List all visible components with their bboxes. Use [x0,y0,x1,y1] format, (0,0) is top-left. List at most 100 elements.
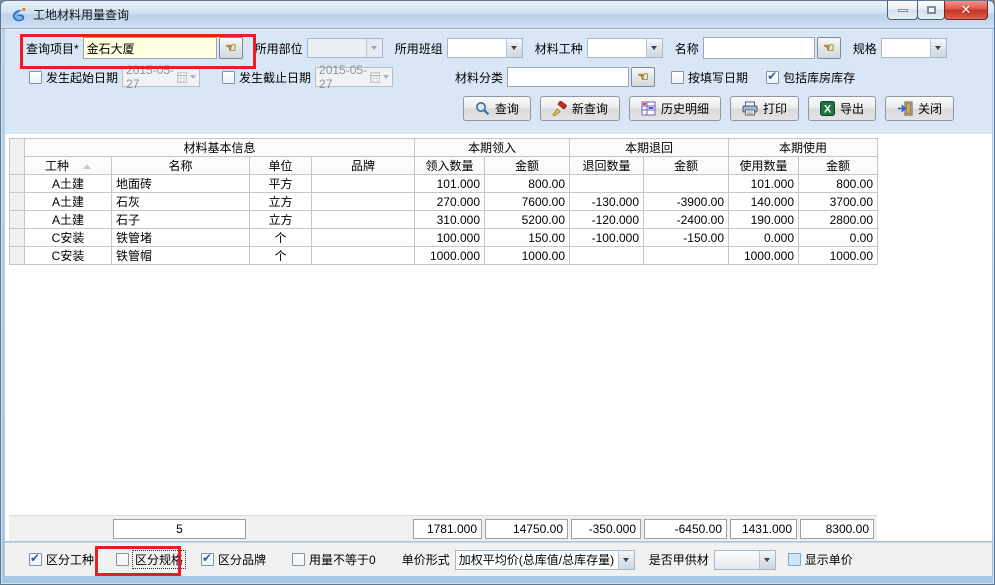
new-search-button-label: 新查询 [572,100,608,117]
row-indicator [10,247,25,265]
show-unit-price-label: 显示单价 [805,551,853,568]
history-detail-button[interactable]: 历史明细 [629,96,721,121]
sort-ascending-icon [83,164,91,169]
start-date-field: 2015-05-27 [122,67,200,87]
owner-supplied-select[interactable] [714,550,776,570]
cell-ret-qty [570,247,644,265]
summary-recv-qty: 1781.000 [413,519,482,539]
close-form-button[interactable]: 关闭 [885,96,954,121]
checkbox-icon [29,71,42,84]
print-button[interactable]: 打印 [730,96,799,121]
material-category-input[interactable] [507,67,629,87]
cell-unit: 个 [250,247,312,265]
search-button[interactable]: 查询 [463,96,531,121]
col-header-name[interactable]: 名称 [112,157,250,175]
new-search-button[interactable]: 新查询 [540,96,620,121]
material-category-picker-button[interactable]: ☜ [631,67,655,87]
checkbox-icon [29,553,42,566]
query-project-picker-button[interactable]: ☜ [219,37,243,59]
col-header-use-amt[interactable]: 金额 [799,157,878,175]
col-header-ret-amt[interactable]: 金额 [644,157,729,175]
cell-ret-amt: -2400.00 [644,211,729,229]
cell-ret-qty: -120.000 [570,211,644,229]
show-unit-price-checkbox[interactable]: 显示单价 [788,551,853,568]
name-input[interactable] [703,37,815,59]
spec-label: 规格 [853,40,877,57]
col-header-use-qty[interactable]: 使用数量 [729,157,799,175]
cell-use-amt: 3700.00 [799,193,878,211]
results-table: 材料基本信息 本期领入 本期退回 本期使用 工种 名称 单位 品牌 领入数量 金… [9,138,878,265]
table-row[interactable]: A土建 石灰 立方 270.000 7600.00 -130.000 -3900… [10,193,878,211]
end-date-checkbox[interactable]: 发生截止日期 [222,69,311,86]
maximize-button[interactable] [917,1,945,20]
summary-recv-amt: 14750.00 [485,519,568,539]
chevron-down-icon [380,68,392,86]
distinguish-spec-checkbox[interactable]: 区分规格 [116,551,185,568]
cell-trade: A土建 [25,175,112,193]
col-header-brand[interactable]: 品牌 [312,157,415,175]
col-header-trade[interactable]: 工种 [25,157,112,175]
row-indicator [10,193,25,211]
col-header-unit[interactable]: 单位 [250,157,312,175]
material-trade-select[interactable] [587,38,663,58]
cell-recv-amt: 800.00 [485,175,570,193]
export-button[interactable]: X 导出 [808,96,876,121]
summary-strip: 5 1781.000 14750.00 -350.000 -6450.00 14… [9,515,877,541]
cell-brand [312,193,415,211]
distinguish-brand-checkbox[interactable]: 区分品牌 [201,551,266,568]
include-warehouse-checkbox[interactable]: 包括库房库存 [766,69,855,86]
cell-unit: 平方 [250,175,312,193]
cell-unit: 立方 [250,193,312,211]
checkbox-icon [766,71,779,84]
group-header-basic-info: 材料基本信息 [25,139,415,157]
material-category-label: 材料分类 [455,69,503,86]
app-logo-icon [10,6,27,23]
name-picker-button[interactable]: ☜ [817,37,841,59]
table-row[interactable]: C安装 铁管帽 个 1000.000 1000.00 1000.000 1000… [10,247,878,265]
cell-recv-qty: 270.000 [415,193,485,211]
cell-unit: 个 [250,229,312,247]
titlebar[interactable]: 工地材料用量查询 ✕ [1,1,994,29]
table-row[interactable]: C安装 铁管堵 个 100.000 150.00 -100.000 -150.0… [10,229,878,247]
window-title: 工地材料用量查询 [33,6,129,23]
distinguish-trade-checkbox[interactable]: 区分工种 [29,551,94,568]
col-header-trade-label: 工种 [45,159,69,173]
by-fill-date-label: 按填写日期 [688,69,748,86]
usage-not-zero-checkbox[interactable]: 用量不等于0 [292,551,376,568]
minimize-button[interactable] [887,1,918,20]
price-form-value: 加权平均价(总库值/总库存量) [456,551,618,568]
cell-recv-amt: 1000.00 [485,247,570,265]
summary-row-count: 5 [113,519,246,539]
checkbox-icon [788,553,801,566]
group-header-row: 材料基本信息 本期领入 本期退回 本期使用 [10,139,878,157]
search-icon [475,101,490,116]
row-indicator-header [10,139,25,175]
used-team-label: 所用班组 [395,40,443,57]
row-indicator [10,211,25,229]
cell-recv-qty: 101.000 [415,175,485,193]
distinguish-brand-label: 区分品牌 [218,551,266,568]
cell-trade: C安装 [25,247,112,265]
col-header-ret-qty[interactable]: 退回数量 [570,157,644,175]
used-part-select [307,38,383,58]
cell-use-amt: 0.00 [799,229,878,247]
end-date-field: 2015-05-27 [315,67,393,87]
table-row[interactable]: A土建 地面砖 平方 101.000 800.00 101.000 800.00 [10,175,878,193]
close-button[interactable]: ✕ [944,1,988,20]
cell-recv-amt: 5200.00 [485,211,570,229]
start-date-checkbox[interactable]: 发生起始日期 [29,69,118,86]
used-team-select[interactable] [447,38,523,58]
query-project-input[interactable] [83,37,217,59]
cell-name: 地面砖 [112,175,250,193]
end-date-value: 2015-05-27 [319,63,370,91]
col-header-recv-amt[interactable]: 金额 [485,157,570,175]
table-row[interactable]: A土建 石子 立方 310.000 5200.00 -120.000 -2400… [10,211,878,229]
by-fill-date-checkbox[interactable]: 按填写日期 [671,69,748,86]
spec-select[interactable] [881,38,947,58]
minimize-icon [898,9,908,12]
col-header-recv-qty[interactable]: 领入数量 [415,157,485,175]
cell-ret-qty: -130.000 [570,193,644,211]
summary-ret-amt: -6450.00 [644,519,727,539]
usage-not-zero-label: 用量不等于0 [309,551,376,568]
price-form-select[interactable]: 加权平均价(总库值/总库存量) [455,550,635,570]
